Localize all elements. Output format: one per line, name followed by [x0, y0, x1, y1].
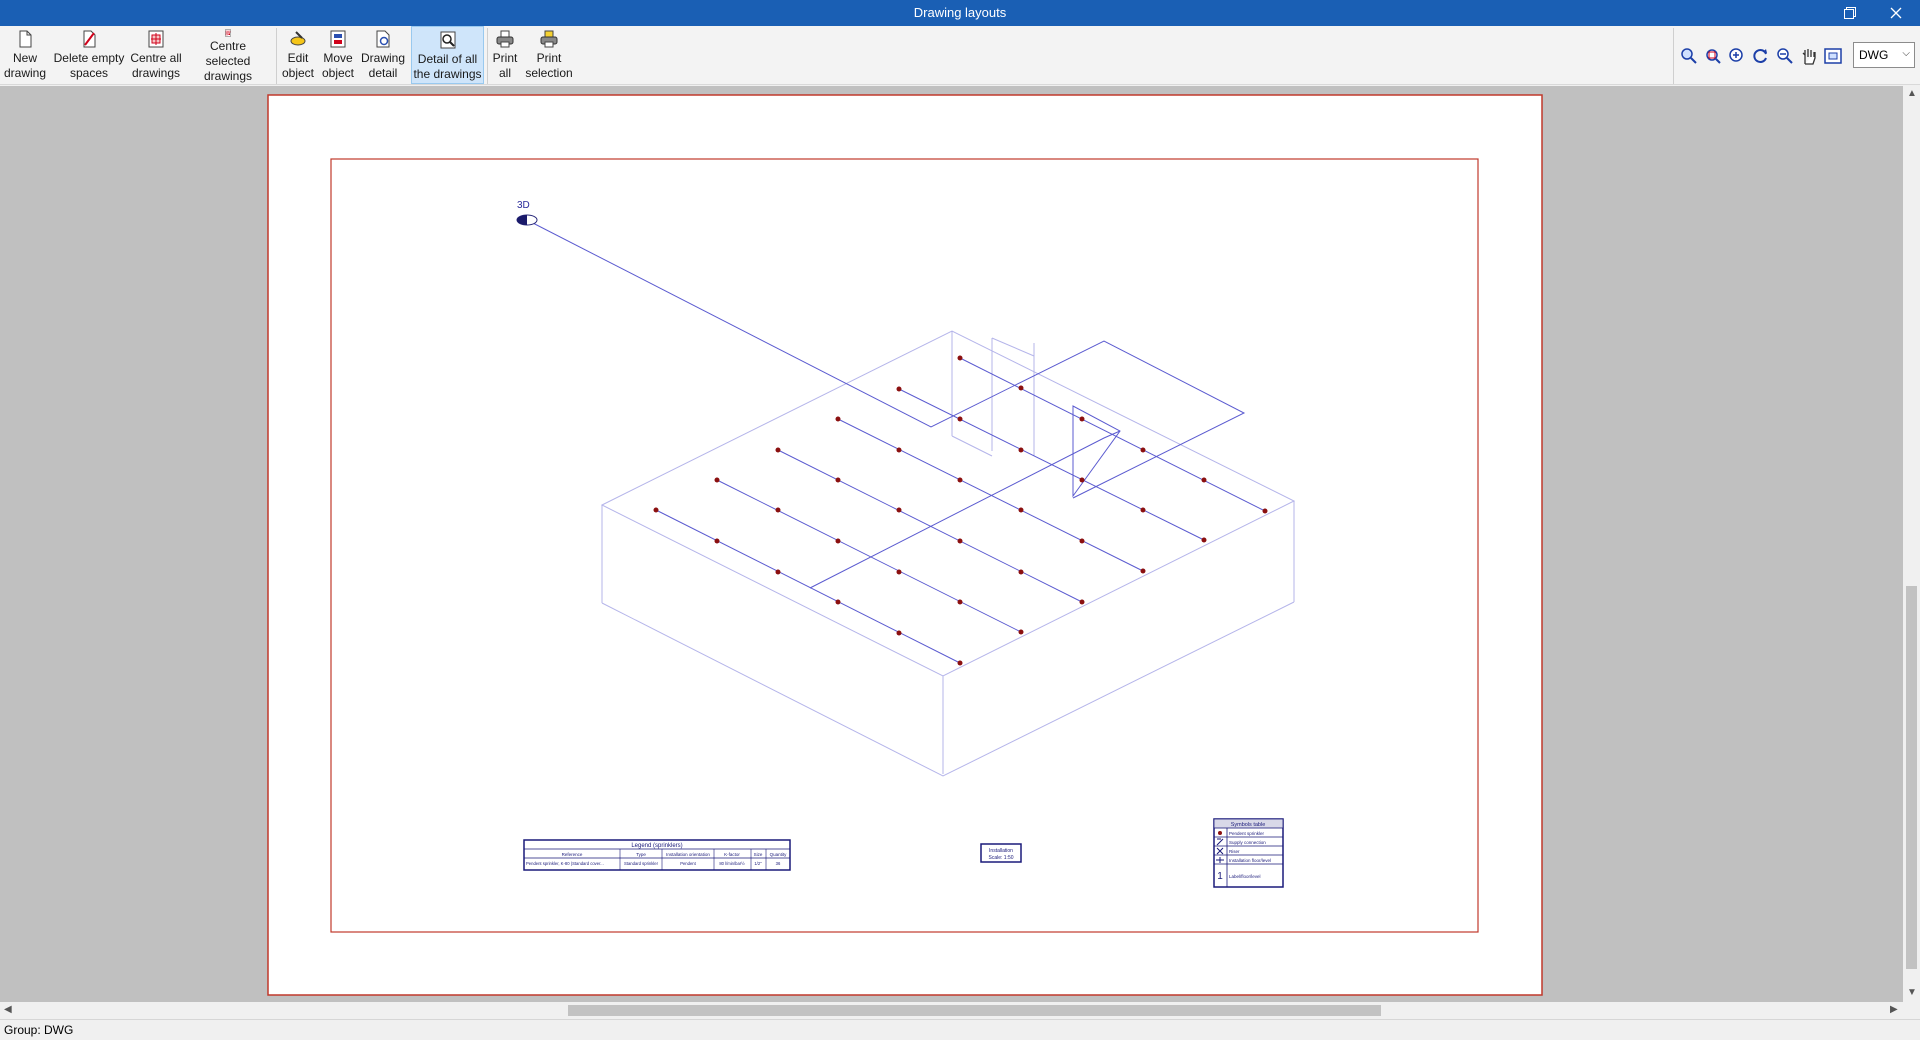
- label-symbol-icon: 1: [1217, 871, 1223, 882]
- legend-table[interactable]: Legend (sprinklers) Reference Type Insta…: [523, 839, 791, 871]
- group-select-value: DWG: [1859, 48, 1889, 62]
- supply-connection: [516, 214, 538, 226]
- centre-all-label: Centre all drawings: [130, 51, 182, 80]
- edit-object-label: Edit object: [281, 51, 315, 80]
- print-all-button[interactable]: Print all: [489, 26, 521, 84]
- pan-hand-icon[interactable]: [1799, 46, 1819, 66]
- drawing-detail-label: Drawing detail: [360, 51, 405, 80]
- close-button[interactable]: [1873, 0, 1919, 26]
- move-icon: [330, 30, 346, 48]
- view-label: 3D: [517, 200, 530, 211]
- move-object-button[interactable]: Move object: [318, 26, 358, 84]
- legend-cell-type: Standard sprinkler: [624, 861, 659, 866]
- horizontal-scroll-thumb[interactable]: [568, 1005, 1381, 1016]
- symbol-label-1: Supply connection: [1229, 840, 1266, 845]
- horizontal-scrollbar[interactable]: ◀ ▶: [0, 1002, 1920, 1019]
- legend-cell-quantity: 36: [776, 861, 781, 866]
- legend-title: Legend (sprinklers): [631, 843, 682, 849]
- drawing-detail-icon: [376, 30, 390, 48]
- new-drawing-label: New drawing: [3, 51, 47, 80]
- restore-button[interactable]: [1827, 0, 1873, 26]
- legend-header-type: Type: [636, 852, 646, 857]
- zoom-out-icon[interactable]: [1775, 46, 1795, 66]
- legend-header-kfactor: K-factor: [724, 852, 740, 857]
- symbol-label-0: Pendent sprinkler: [1229, 831, 1265, 836]
- legend-header-reference: Reference: [562, 852, 583, 857]
- detail-all-label: Detail of all the drawings: [413, 52, 482, 81]
- move-object-label: Move object: [321, 51, 355, 80]
- drawing-detail-button[interactable]: Drawing detail: [360, 26, 406, 84]
- zoom-extents-icon[interactable]: [1679, 46, 1699, 66]
- legend-cell-kfactor: 80 l/min/bar½: [719, 861, 745, 866]
- legend-header-quantity: Quantity: [770, 852, 788, 857]
- legend-cell-orientation: Pendent: [680, 861, 696, 866]
- zoom-window-icon[interactable]: [1703, 46, 1723, 66]
- legend-cell-reference: Pendent sprinkler, K-80 (Standard cover.…: [526, 861, 604, 866]
- centre-selected-button[interactable]: Centre selected drawings: [186, 26, 270, 84]
- title-block-name: Installation: [989, 848, 1013, 854]
- centre-selected-label: Centre selected drawings: [203, 39, 253, 83]
- delete-empty-spaces-button[interactable]: Delete empty spaces: [52, 26, 126, 84]
- sheet-border: [267, 94, 1543, 996]
- centre-all-button[interactable]: Centre all drawings: [128, 26, 184, 84]
- vertical-scroll-thumb[interactable]: [1906, 586, 1917, 969]
- status-text: Group: DWG: [4, 1023, 74, 1037]
- delete-page-icon: [83, 30, 96, 48]
- drawing-sheet-svg: 3D Legend (sprinklers) Reference Type In…: [267, 94, 1543, 996]
- toolbar-separator: [1673, 28, 1674, 84]
- symbols-title: Symbols table: [1231, 822, 1266, 828]
- edit-object-button[interactable]: Edit object: [280, 26, 316, 84]
- print-selection-button[interactable]: Print selection: [522, 26, 576, 84]
- close-icon: [1890, 7, 1902, 19]
- toolbar-separator: [487, 28, 488, 84]
- legend-header-size: Size: [754, 852, 763, 857]
- title-block[interactable]: Installation Scale: 1:50: [980, 843, 1022, 863]
- new-document-icon: [19, 30, 32, 48]
- symbol-label-2: Riser: [1229, 849, 1240, 854]
- title-block-scale: Scale: 1:50: [988, 855, 1013, 861]
- delete-empty-label: Delete empty spaces: [53, 51, 125, 80]
- symbol-label-4: Label/floor/level: [1229, 874, 1261, 879]
- status-bar: Group: DWG: [0, 1019, 1920, 1040]
- title-bar: Drawing layouts: [0, 0, 1920, 26]
- symbols-table[interactable]: Symbols table 1 Pendent sprinkler Supply…: [1213, 818, 1284, 888]
- chevron-down-icon: ⌵: [1902, 48, 1910, 59]
- vertical-scrollbar[interactable]: ▲ ▼: [1903, 86, 1920, 1002]
- window-title: Drawing layouts: [913, 5, 1007, 20]
- detail-all-drawings-button[interactable]: Detail of all the drawings: [411, 26, 484, 84]
- fit-page-icon[interactable]: [1823, 46, 1843, 66]
- legend-header-orientation: Installation orientation: [666, 852, 710, 857]
- refresh-icon[interactable]: [1751, 46, 1771, 66]
- detail-all-icon: [440, 31, 455, 49]
- centre-selected-icon: [225, 29, 231, 37]
- scroll-down-icon[interactable]: ▼: [1907, 987, 1917, 998]
- drawing-canvas[interactable]: 3D Legend (sprinklers) Reference Type In…: [0, 86, 1903, 1002]
- edit-icon: [290, 31, 306, 46]
- group-select[interactable]: DWG ⌵: [1853, 42, 1915, 68]
- scroll-right-icon[interactable]: ▶: [1890, 1004, 1898, 1015]
- legend-cell-size: 1/2": [754, 861, 762, 866]
- printer-icon: [496, 30, 514, 48]
- print-all-label: Print all: [492, 51, 518, 80]
- new-drawing-button[interactable]: New drawing: [2, 26, 48, 84]
- symbol-label-3: Installation floor/level: [1229, 858, 1271, 863]
- pendent-sprinkler-symbol-icon: [1218, 831, 1222, 835]
- scroll-left-icon[interactable]: ◀: [4, 1004, 12, 1015]
- centre-all-icon: [148, 30, 164, 48]
- restore-icon: [1844, 7, 1856, 19]
- zoom-in-icon[interactable]: [1727, 46, 1747, 66]
- toolbar-separator: [276, 28, 277, 84]
- toolbar: New drawing Delete empty spaces Centre a…: [0, 26, 1920, 85]
- scroll-up-icon[interactable]: ▲: [1907, 88, 1917, 99]
- print-selection-label: Print selection: [525, 51, 573, 80]
- print-selection-icon: [540, 30, 558, 48]
